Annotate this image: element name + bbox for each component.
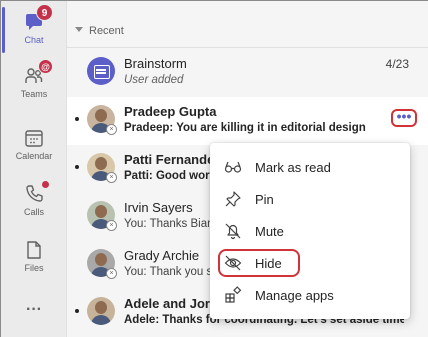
section-label: Recent (89, 25, 124, 37)
presence-offline-icon: × (106, 220, 117, 231)
rail-item-calendar[interactable]: Calendar (1, 127, 67, 161)
calendar-icon (23, 127, 45, 149)
unread-dot (75, 309, 79, 313)
chat-preview: Pradeep: You are killing it in editorial… (124, 122, 366, 134)
menu-item-mute[interactable]: Mute (210, 215, 410, 247)
teams-icon: @ (23, 59, 53, 87)
pin-icon (224, 190, 242, 208)
avatar: × (87, 201, 117, 231)
more-apps-button[interactable]: ··· (1, 301, 67, 319)
rail-item-label: Teams (20, 89, 48, 99)
menu-item-manage-apps[interactable]: Manage apps (210, 279, 410, 311)
meeting-icon (87, 57, 115, 85)
menu-item-label: Hide (255, 256, 282, 271)
rail-item-label: Calendar (15, 151, 53, 161)
avatar: × (87, 153, 117, 183)
chat-name: Irvin Sayers (124, 200, 193, 215)
chat-row-pradeep-gupta[interactable]: × Pradeep Gupta Pradeep: You are killing… (67, 97, 428, 145)
menu-item-mark-as-read[interactable]: Mark as read (210, 151, 410, 183)
avatar: × (87, 249, 117, 279)
menu-item-label: Mute (255, 224, 284, 239)
presence-offline-icon: × (106, 172, 117, 183)
menu-item-label: Manage apps (255, 288, 334, 303)
chat-badge: 9 (36, 4, 53, 21)
file-icon (23, 239, 45, 261)
recent-section-header[interactable]: Recent (75, 25, 124, 37)
rail-item-chat[interactable]: 9 Chat (1, 4, 67, 45)
menu-item-label: Mark as read (255, 160, 331, 175)
chat-context-menu: Mark as read Pin Mute Hide Manage apps (210, 143, 410, 319)
apps-icon (224, 286, 242, 304)
menu-item-label: Pin (255, 192, 274, 207)
calls-notification-dot (42, 181, 49, 188)
more-options-button[interactable]: ••• (391, 109, 417, 127)
bell-off-icon (224, 222, 242, 240)
chat-name: Brainstorm (124, 56, 187, 71)
rail-item-label: Files (24, 263, 44, 273)
phone-icon (23, 181, 49, 205)
chat-row-brainstorm[interactable]: Brainstorm User added 4/23 (67, 49, 428, 97)
chat-name: Patti Fernandez (124, 152, 221, 167)
avatar: × (87, 105, 117, 135)
menu-item-hide[interactable]: Hide (210, 247, 410, 279)
presence-offline-icon: × (106, 124, 117, 135)
chevron-down-icon (75, 27, 83, 32)
rail-item-calls[interactable]: Calls (1, 181, 67, 217)
chat-name: Pradeep Gupta (124, 104, 217, 119)
eye-off-icon (224, 254, 242, 272)
menu-item-pin[interactable]: Pin (210, 183, 410, 215)
rail-item-label: Chat (24, 35, 44, 45)
rail-item-files[interactable]: Files (1, 239, 67, 273)
chat-name: Grady Archie (124, 248, 200, 263)
chat-icon: 9 (23, 4, 53, 33)
divider (67, 47, 428, 48)
rail-item-label: Calls (23, 207, 44, 217)
rail-item-teams[interactable]: @ Teams (1, 59, 67, 99)
chat-preview: User added (124, 74, 184, 86)
chat-time: 4/23 (385, 57, 409, 71)
app-rail: 9 Chat @ Teams Calendar Calls Files ··· (1, 1, 67, 337)
glasses-icon (224, 158, 242, 176)
mention-badge: @ (38, 59, 53, 74)
presence-offline-icon: × (106, 268, 117, 279)
group-avatar (87, 297, 115, 325)
unread-dot (75, 165, 79, 169)
unread-dot (75, 117, 79, 121)
